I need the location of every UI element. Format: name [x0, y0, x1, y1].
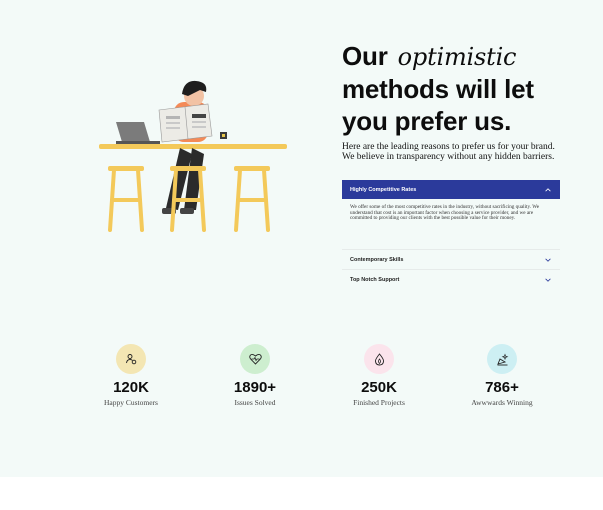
stat-value: 120K [113, 379, 149, 396]
accordion-title: Top Notch Support [350, 277, 400, 283]
accordion-body: We offer some of the most competitive ra… [350, 204, 540, 222]
stats-row: 120K Happy Customers 1890+ Issues Solved… [0, 344, 603, 424]
chevron-down-icon [545, 258, 551, 262]
stat-value: 1890+ [233, 379, 277, 396]
award-sparkle-icon [496, 352, 508, 365]
stat-issues-solved: 1890+ Issues Solved [200, 344, 310, 407]
stat-icon-circle [240, 344, 270, 374]
accordion-header-top-notch-support[interactable]: Top Notch Support [342, 270, 560, 290]
accordion-header-contemporary-skills[interactable]: Contemporary Skills [342, 250, 560, 270]
intro-paragraph: Here are the leading reasons to prefer u… [342, 142, 555, 162]
stat-label: Happy Customers [104, 398, 158, 407]
section-heading: Our optimistic methods will let you pref… [342, 40, 572, 137]
user-settings-icon [126, 354, 137, 365]
stat-awwwards-winning: 786+ Awwwards Winning [447, 344, 557, 407]
stat-icon-circle [487, 344, 517, 374]
stat-value: 250K [361, 379, 397, 396]
accordion-title: Contemporary Skills [350, 256, 404, 263]
flame-drop-icon [374, 352, 384, 365]
accordion-header-competitive-rates[interactable]: Highly Competitive Rates [342, 180, 560, 199]
heart-pulse-icon [248, 354, 262, 365]
stat-icon-circle [364, 344, 394, 374]
person-reading-newspaper-illustration [99, 80, 287, 232]
heading-highlight: optimistic [394, 41, 520, 73]
heading-text-before: Our [342, 41, 388, 71]
heading-text-after: methods will let you prefer us. [342, 74, 534, 136]
stat-value: 786+ [485, 379, 519, 396]
stat-label: Awwwards Winning [471, 398, 533, 407]
stat-happy-customers: 120K Happy Customers [76, 344, 186, 407]
stat-finished-projects: 250K Finished Projects [324, 344, 434, 407]
chevron-down-icon [545, 278, 551, 282]
stat-label: Issues Solved [234, 398, 276, 407]
reasons-accordion: Highly Competitive Rates We offer some o… [342, 180, 560, 290]
why-us-section: Our optimistic methods will let you pref… [0, 0, 603, 477]
accordion-title: Highly Competitive Rates [350, 186, 417, 193]
stat-icon-circle [116, 344, 146, 374]
stat-label: Finished Projects [353, 398, 405, 407]
chevron-up-icon [545, 187, 551, 191]
